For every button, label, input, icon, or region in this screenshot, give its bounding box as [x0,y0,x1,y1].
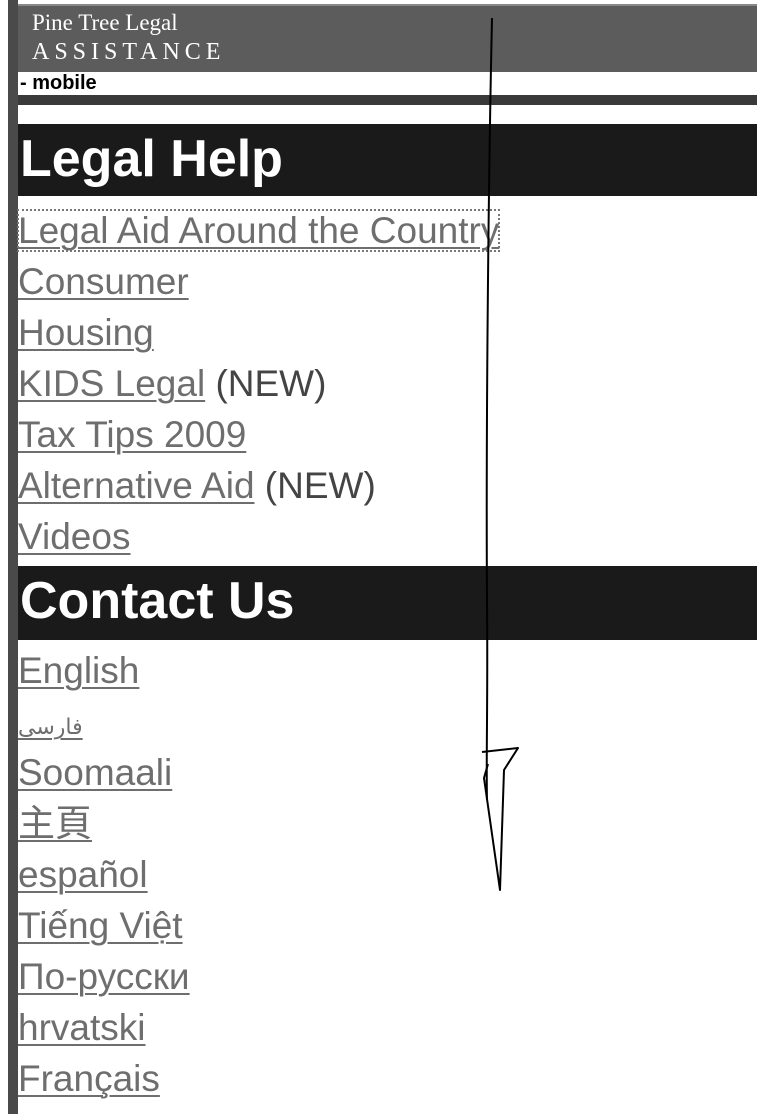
brand-subtitle[interactable]: ASSISTANCE [32,38,225,66]
new-badge: (NEW) [205,363,327,404]
link-kids-legal[interactable]: KIDS Legal [18,363,205,404]
site-header[interactable]: Pine Tree Legal ASSISTANCE [18,4,757,74]
link-soomaali[interactable]: Soomaali [18,752,172,793]
section-title-legal-help: Legal Help [20,130,283,188]
list-item: hrvatski [18,1003,757,1054]
list-item: Tiếng Việt [18,901,757,952]
contact-us-links: English فارسی Soomaali 主頁 español Tiếng … [18,646,757,1105]
list-item: Soomaali [18,748,757,799]
left-rail [8,0,18,1114]
list-item: KIDS Legal (NEW) [18,359,757,410]
link-english[interactable]: English [18,650,139,691]
list-item: Videos [18,512,757,563]
list-item: Housing [18,308,757,359]
link-francais[interactable]: Français [18,1058,160,1099]
list-item: Français [18,1054,757,1105]
list-item: Alternative Aid (NEW) [18,461,757,512]
link-tax-tips-2009[interactable]: Tax Tips 2009 [18,414,246,455]
new-badge: (NEW) [254,465,376,506]
mobile-page: Pine Tree Legal ASSISTANCE - mobile Lega… [0,0,757,1114]
link-hrvatski[interactable]: hrvatski [18,1007,145,1048]
section-header-contact-us: Contact Us [18,566,757,640]
list-item: Tax Tips 2009 [18,410,757,461]
mobile-label: - mobile [20,72,97,94]
legal-help-links: Legal Aid Around the Country Consumer Ho… [16,206,757,563]
list-item: По-русски [18,952,757,1003]
link-espanol[interactable]: español [18,854,148,895]
list-item: español [18,850,757,901]
list-item: فارسی [18,697,757,748]
brand-name[interactable]: Pine Tree Legal [32,9,178,37]
list-item: Legal Aid Around the Country [16,206,757,257]
mobile-bar: - mobile [18,72,757,94]
section-header-legal-help: Legal Help [18,124,757,196]
list-item: English [18,646,757,697]
header-divider [18,95,757,105]
list-item: 主頁 [18,799,757,850]
list-item: Consumer [18,257,757,308]
link-consumer[interactable]: Consumer [18,261,189,302]
link-videos[interactable]: Videos [18,516,130,557]
link-farsi[interactable]: فارسی [18,714,83,739]
section-title-contact-us: Contact Us [20,572,295,630]
link-chinese[interactable]: 主頁 [18,803,92,844]
link-alternative-aid[interactable]: Alternative Aid [18,465,255,506]
link-housing[interactable]: Housing [18,312,154,353]
link-tieng-viet[interactable]: Tiếng Việt [18,905,183,946]
link-russian[interactable]: По-русски [18,956,190,997]
link-legal-aid-around-the-country[interactable]: Legal Aid Around the Country [16,209,501,252]
